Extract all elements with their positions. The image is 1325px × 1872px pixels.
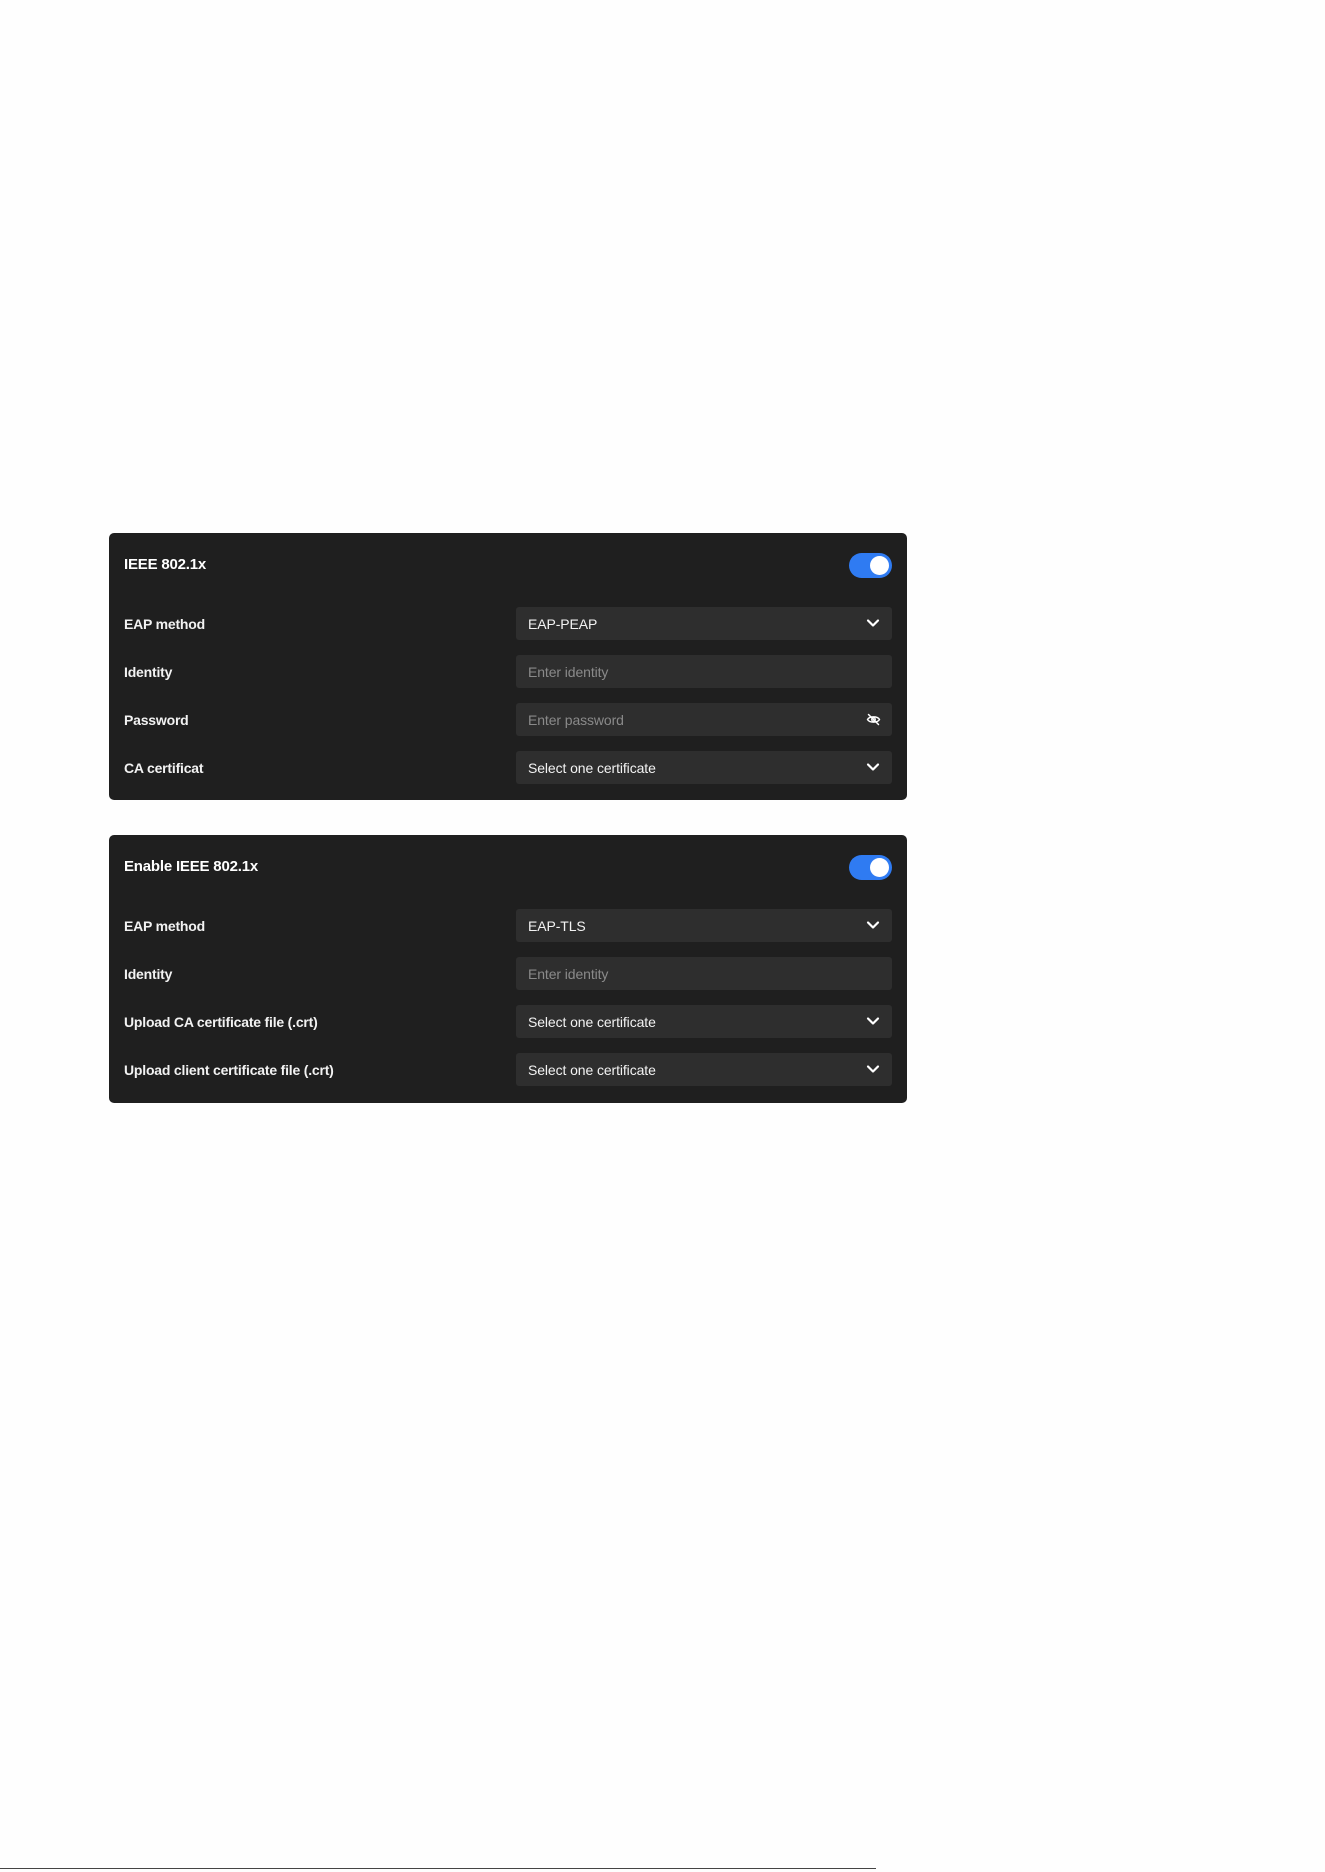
panel-header: Enable IEEE 802.1x <box>124 853 892 881</box>
eye-slash-icon[interactable] <box>866 713 881 726</box>
panel-title: Enable IEEE 802.1x <box>124 858 258 875</box>
ieee-8021x-toggle[interactable] <box>849 553 892 578</box>
identity-label: Identity <box>124 966 173 982</box>
chevron-down-icon <box>866 921 880 929</box>
eap-method-row: EAP method EAP-TLS <box>124 909 892 942</box>
ca-certificate-select[interactable]: Select one certificate <box>516 751 892 784</box>
panel-header: IEEE 802.1x <box>124 551 892 579</box>
upload-client-certificate-value: Select one certificate <box>528 1062 656 1078</box>
toggle-knob <box>870 858 889 877</box>
upload-client-certificate-label: Upload client certificate file (.crt) <box>124 1062 334 1078</box>
eap-method-select[interactable]: EAP-PEAP <box>516 607 892 640</box>
panel-title: IEEE 802.1x <box>124 556 207 573</box>
password-field-wrapper <box>516 703 892 736</box>
eap-method-select[interactable]: EAP-TLS <box>516 909 892 942</box>
identity-input[interactable] <box>516 655 892 688</box>
identity-row: Identity <box>124 655 892 688</box>
password-row: Password <box>124 703 892 736</box>
ca-certificate-label: CA certificat <box>124 760 204 776</box>
ca-certificate-value: Select one certificate <box>528 760 656 776</box>
chevron-down-icon <box>866 763 880 771</box>
chevron-down-icon <box>866 1065 880 1073</box>
eap-method-label: EAP method <box>124 616 205 632</box>
toggle-knob <box>870 556 889 575</box>
identity-input[interactable] <box>516 957 892 990</box>
identity-field-wrapper <box>516 655 892 688</box>
ieee-8021x-panel: IEEE 802.1x EAP method EAP-PEAP Identity… <box>109 533 907 800</box>
eap-method-row: EAP method EAP-PEAP <box>124 607 892 640</box>
identity-label: Identity <box>124 664 173 680</box>
upload-ca-certificate-select[interactable]: Select one certificate <box>516 1005 892 1038</box>
upload-client-certificate-select[interactable]: Select one certificate <box>516 1053 892 1086</box>
eap-method-value: EAP-PEAP <box>528 616 598 632</box>
upload-ca-certificate-label: Upload CA certificate file (.crt) <box>124 1014 318 1030</box>
enable-ieee-8021x-toggle[interactable] <box>849 855 892 880</box>
upload-client-certificate-row: Upload client certificate file (.crt) Se… <box>124 1053 892 1086</box>
bottom-divider <box>0 1868 876 1869</box>
ca-certificate-row: CA certificat Select one certificate <box>124 751 892 784</box>
password-label: Password <box>124 712 189 728</box>
identity-field-wrapper <box>516 957 892 990</box>
chevron-down-icon <box>866 1017 880 1025</box>
upload-ca-certificate-value: Select one certificate <box>528 1014 656 1030</box>
password-input[interactable] <box>516 703 892 736</box>
eap-method-value: EAP-TLS <box>528 918 586 934</box>
identity-row: Identity <box>124 957 892 990</box>
upload-ca-certificate-row: Upload CA certificate file (.crt) Select… <box>124 1005 892 1038</box>
eap-method-label: EAP method <box>124 918 205 934</box>
enable-ieee-8021x-panel: Enable IEEE 802.1x EAP method EAP-TLS Id… <box>109 835 907 1103</box>
chevron-down-icon <box>866 619 880 627</box>
